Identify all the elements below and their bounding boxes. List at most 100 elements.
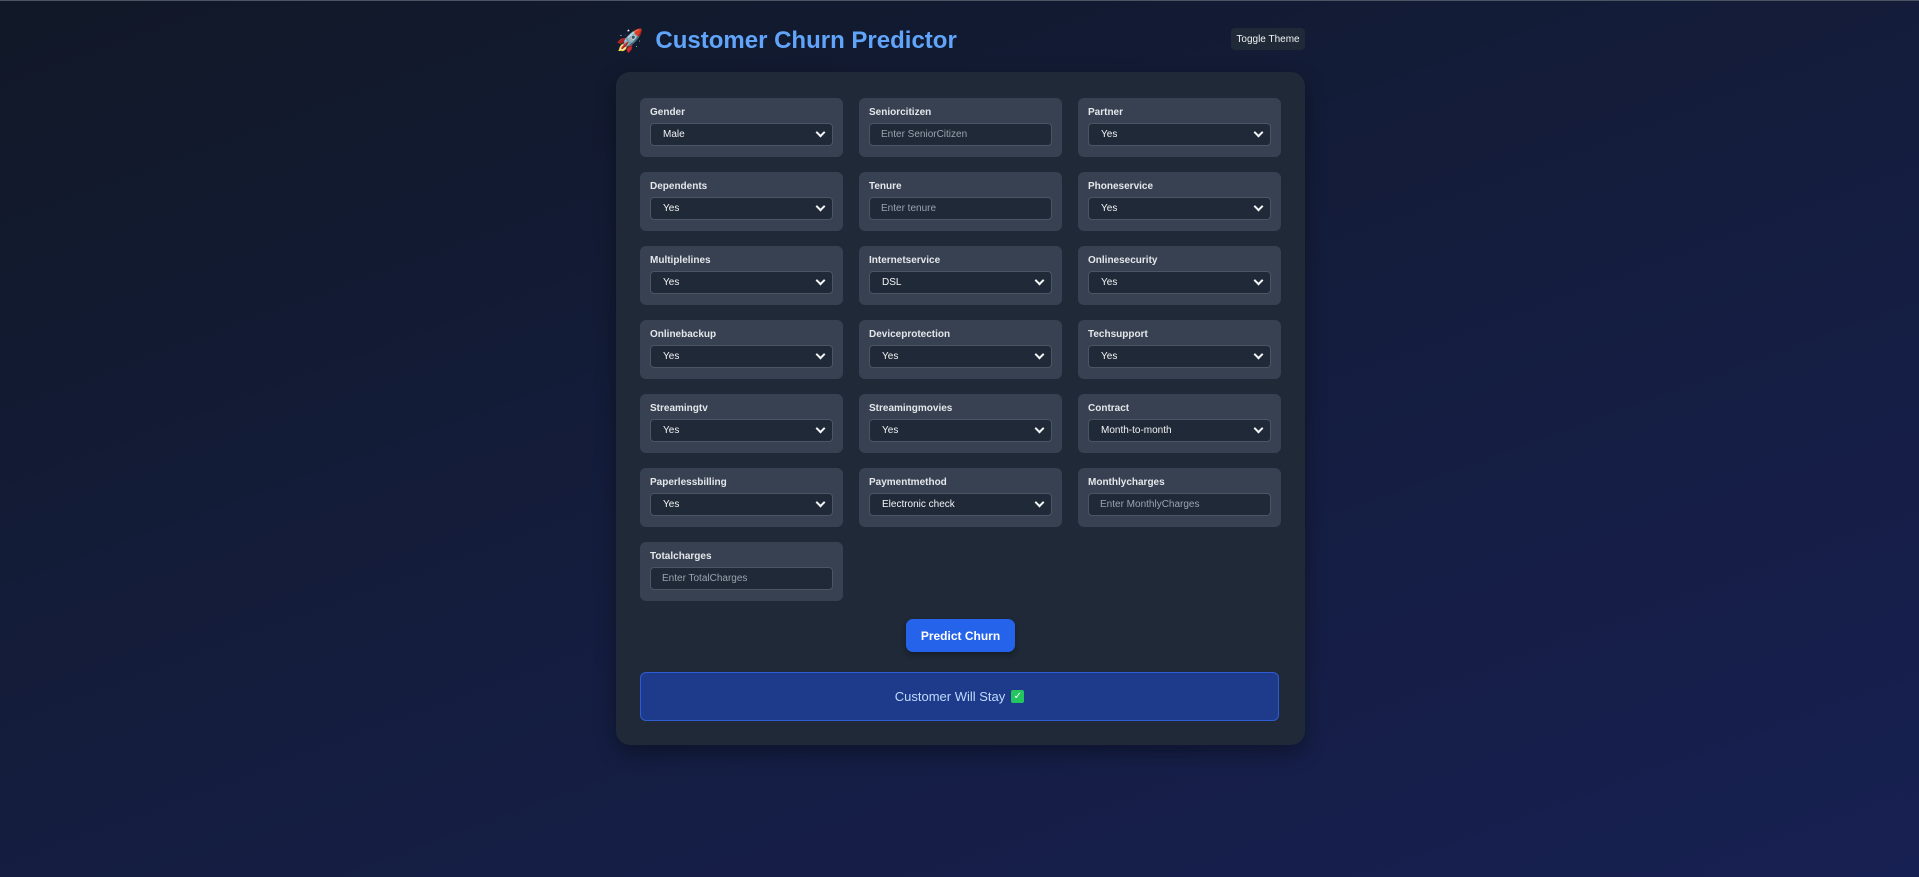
onlinebackup-label: Onlinebackup bbox=[650, 329, 717, 340]
chevron-down-icon bbox=[1253, 423, 1264, 434]
onlinesecurity-label: Onlinesecurity bbox=[1088, 255, 1158, 266]
field-techsupport: Techsupport Yes bbox=[1078, 320, 1281, 379]
seniorcitizen-input[interactable]: Enter SeniorCitizen bbox=[869, 123, 1052, 146]
chevron-down-icon bbox=[815, 127, 826, 138]
chevron-down-icon bbox=[1034, 275, 1045, 286]
chevron-down-icon bbox=[1253, 349, 1264, 360]
monthlycharges-input[interactable]: Enter MonthlyCharges bbox=[1088, 493, 1271, 516]
multiplelines-select[interactable]: Yes bbox=[650, 271, 833, 294]
paperlessbilling-select[interactable]: Yes bbox=[650, 493, 833, 516]
field-tenure: Tenure Enter tenure bbox=[859, 172, 1062, 231]
chevron-down-icon bbox=[1034, 349, 1045, 360]
predict-churn-button[interactable]: Predict Churn bbox=[906, 619, 1015, 652]
monthlycharges-label: Monthlycharges bbox=[1088, 477, 1165, 488]
phoneservice-label: Phoneservice bbox=[1088, 181, 1154, 192]
phoneservice-select[interactable]: Yes bbox=[1088, 197, 1271, 220]
selected-value: Yes bbox=[663, 277, 680, 288]
techsupport-select[interactable]: Yes bbox=[1088, 345, 1271, 368]
totalcharges-label: Totalcharges bbox=[650, 551, 712, 562]
placeholder: Enter MonthlyCharges bbox=[1100, 499, 1200, 510]
prediction-form-card: Gender Male Seniorcitizen Enter SeniorCitiz… bbox=[616, 72, 1305, 745]
app-header: 🚀 Customer Churn Predictor bbox=[616, 25, 957, 57]
selected-value: Male bbox=[663, 129, 685, 140]
onlinebackup-select[interactable]: Yes bbox=[650, 345, 833, 368]
totalcharges-input[interactable]: Enter TotalCharges bbox=[650, 567, 833, 590]
check-mark-icon: ✓ bbox=[1011, 690, 1025, 703]
selected-value: Yes bbox=[663, 499, 680, 510]
selected-value: Yes bbox=[882, 351, 899, 362]
partner-select[interactable]: Yes bbox=[1088, 123, 1271, 146]
selected-value: Electronic check bbox=[882, 499, 955, 510]
field-totalcharges: Totalcharges Enter TotalCharges bbox=[640, 542, 843, 601]
form-grid: Gender Male Seniorcitizen Enter SeniorCitiz… bbox=[640, 98, 1281, 601]
partner-label: Partner bbox=[1088, 107, 1124, 118]
chevron-down-icon bbox=[1034, 497, 1045, 508]
field-contract: Contract Month-to-month bbox=[1078, 394, 1281, 453]
field-dependents: Dependents Yes bbox=[640, 172, 843, 231]
field-internetservice: Internetservice DSL bbox=[859, 246, 1062, 305]
result-text: Customer Will Stay bbox=[894, 689, 1006, 704]
chevron-down-icon bbox=[815, 275, 826, 286]
deviceprotection-select[interactable]: Yes bbox=[869, 345, 1052, 368]
placeholder: Enter TotalCharges bbox=[662, 573, 748, 584]
chevron-down-icon bbox=[815, 497, 826, 508]
rocket-icon: 🚀 bbox=[616, 28, 644, 53]
selected-value: Yes bbox=[663, 351, 680, 362]
toggle-theme-button[interactable]: Toggle Theme bbox=[1231, 28, 1305, 50]
prediction-result: Customer Will Stay ✓ bbox=[640, 672, 1279, 721]
page-title: Customer Churn Predictor bbox=[655, 27, 957, 54]
deviceprotection-label: Deviceprotection bbox=[869, 329, 951, 340]
selected-value: Yes bbox=[1101, 129, 1118, 140]
selected-value: Yes bbox=[663, 425, 680, 436]
field-onlinesecurity: Onlinesecurity Yes bbox=[1078, 246, 1281, 305]
internetservice-label: Internetservice bbox=[869, 255, 941, 266]
selected-value: Month-to-month bbox=[1101, 425, 1172, 436]
techsupport-label: Techsupport bbox=[1088, 329, 1148, 340]
field-gender: Gender Male bbox=[640, 98, 843, 157]
chevron-down-icon bbox=[815, 423, 826, 434]
field-onlinebackup: Onlinebackup Yes bbox=[640, 320, 843, 379]
chevron-down-icon bbox=[1253, 275, 1264, 286]
dependents-label: Dependents bbox=[650, 181, 708, 192]
field-seniorcitizen: Seniorcitizen Enter SeniorCitizen bbox=[859, 98, 1062, 157]
chevron-down-icon bbox=[815, 201, 826, 212]
gender-select[interactable]: Male bbox=[650, 123, 833, 146]
chevron-down-icon bbox=[1253, 127, 1264, 138]
seniorcitizen-label: Seniorcitizen bbox=[869, 107, 932, 118]
selected-value: Yes bbox=[882, 425, 899, 436]
tenure-label: Tenure bbox=[869, 181, 902, 192]
paymentmethod-label: Paymentmethod bbox=[869, 477, 947, 488]
dependents-select[interactable]: Yes bbox=[650, 197, 833, 220]
streamingtv-select[interactable]: Yes bbox=[650, 419, 833, 442]
paymentmethod-select[interactable]: Electronic check bbox=[869, 493, 1052, 516]
field-monthlycharges: Monthlycharges Enter MonthlyCharges bbox=[1078, 468, 1281, 527]
field-phoneservice: Phoneservice Yes bbox=[1078, 172, 1281, 231]
placeholder: Enter SeniorCitizen bbox=[881, 129, 968, 140]
streamingmovies-select[interactable]: Yes bbox=[869, 419, 1052, 442]
multiplelines-label: Multiplelines bbox=[650, 255, 711, 266]
streamingtv-label: Streamingtv bbox=[650, 403, 708, 414]
paperlessbilling-label: Paperlessbilling bbox=[650, 477, 727, 488]
streamingmovies-label: Streamingmovies bbox=[869, 403, 953, 414]
field-paperlessbilling: Paperlessbilling Yes bbox=[640, 468, 843, 527]
selected-value: DSL bbox=[882, 277, 902, 288]
internetservice-select[interactable]: DSL bbox=[869, 271, 1052, 294]
selected-value: Yes bbox=[1101, 277, 1118, 288]
chevron-down-icon bbox=[1034, 423, 1045, 434]
contract-select[interactable]: Month-to-month bbox=[1088, 419, 1271, 442]
field-streamingtv: Streamingtv Yes bbox=[640, 394, 843, 453]
gender-label: Gender bbox=[650, 107, 686, 118]
field-multiplelines: Multiplelines Yes bbox=[640, 246, 843, 305]
selected-value: Yes bbox=[1101, 351, 1118, 362]
selected-value: Yes bbox=[1101, 203, 1118, 214]
contract-label: Contract bbox=[1088, 403, 1130, 414]
field-streamingmovies: Streamingmovies Yes bbox=[859, 394, 1062, 453]
selected-value: Yes bbox=[663, 203, 680, 214]
tenure-input[interactable]: Enter tenure bbox=[869, 197, 1052, 220]
chevron-down-icon bbox=[815, 349, 826, 360]
onlinesecurity-select[interactable]: Yes bbox=[1088, 271, 1271, 294]
field-paymentmethod: Paymentmethod Electronic check bbox=[859, 468, 1062, 527]
field-deviceprotection: Deviceprotection Yes bbox=[859, 320, 1062, 379]
field-partner: Partner Yes bbox=[1078, 98, 1281, 157]
chevron-down-icon bbox=[1253, 201, 1264, 212]
